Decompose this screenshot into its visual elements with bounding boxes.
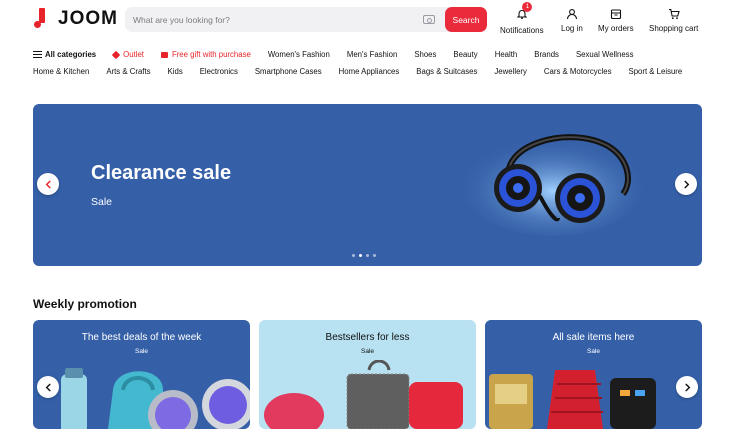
category-link[interactable]: Arts & Crafts bbox=[106, 67, 150, 76]
category-link[interactable]: Men's Fashion bbox=[347, 50, 397, 59]
search-input[interactable] bbox=[125, 7, 423, 32]
category-link[interactable]: Home Appliances bbox=[339, 67, 400, 76]
category-nav-row-2: Home & Kitchen Arts & Crafts Kids Electr… bbox=[33, 67, 699, 76]
category-link[interactable]: Beauty bbox=[453, 50, 477, 59]
all-categories-label: All categories bbox=[45, 50, 97, 59]
category-link[interactable]: Shoes bbox=[414, 50, 436, 59]
carousel-dot[interactable] bbox=[373, 254, 376, 257]
shopping-cart-button[interactable]: Shopping cart bbox=[649, 8, 698, 33]
my-orders-button[interactable]: My orders bbox=[598, 8, 634, 33]
login-label: Log in bbox=[561, 24, 583, 33]
logo[interactable]: JOOM bbox=[34, 8, 118, 30]
weekly-promotion-heading: Weekly promotion bbox=[33, 297, 137, 311]
login-button[interactable]: Log in bbox=[561, 8, 583, 33]
all-categories-link[interactable]: All categories bbox=[33, 50, 96, 59]
promo-products-image bbox=[61, 368, 250, 429]
carousel-dot[interactable] bbox=[366, 254, 369, 257]
category-link[interactable]: Bags & Suitcases bbox=[416, 67, 477, 76]
category-link[interactable]: Jewellery bbox=[494, 67, 527, 76]
joom-logo-icon bbox=[34, 8, 48, 30]
chevron-left-icon bbox=[45, 180, 51, 188]
promo-card-best-deals[interactable]: The best deals of the week Sale bbox=[33, 320, 250, 429]
chevron-right-icon bbox=[683, 180, 689, 188]
hero-subtitle: Sale bbox=[91, 196, 113, 208]
headphones-image bbox=[463, 134, 643, 236]
notifications-badge: 1 bbox=[522, 2, 533, 12]
promo-products-image bbox=[264, 360, 463, 429]
promo-card-sale-items[interactable]: All sale items here Sale bbox=[485, 320, 702, 429]
carousel-dot[interactable] bbox=[352, 254, 355, 257]
cart-icon bbox=[668, 8, 680, 20]
promo-card-subtitle: Sale bbox=[360, 348, 374, 355]
category-nav-row-1: All categories Outlet Free gift with pur… bbox=[33, 50, 650, 59]
category-link[interactable]: Electronics bbox=[200, 67, 238, 76]
gift-icon bbox=[160, 51, 168, 58]
category-link[interactable]: Sport & Leisure bbox=[629, 67, 683, 76]
chevron-right-icon bbox=[684, 383, 690, 391]
carousel-dot-active[interactable] bbox=[359, 254, 362, 257]
hero-next-button[interactable] bbox=[675, 173, 697, 195]
menu-icon bbox=[33, 51, 42, 58]
promo-card-bestsellers[interactable]: Bestsellers for less Sale bbox=[259, 320, 476, 429]
category-link[interactable]: Women's Fashion bbox=[268, 50, 330, 59]
hero-banner[interactable]: Clearance sale Sale bbox=[33, 104, 702, 266]
my-orders-label: My orders bbox=[598, 24, 634, 33]
logo-text: JOOM bbox=[58, 8, 118, 29]
search-button[interactable]: Search bbox=[445, 7, 487, 32]
category-link[interactable]: Kids bbox=[168, 67, 183, 76]
promo-card-title: All sale items here bbox=[552, 332, 635, 343]
free-gift-link[interactable]: Free gift with purchase bbox=[160, 50, 251, 59]
category-link[interactable]: Brands bbox=[534, 50, 559, 59]
category-link[interactable]: Health bbox=[495, 50, 518, 59]
promo-card-title: Bestsellers for less bbox=[325, 332, 410, 343]
user-icon bbox=[566, 9, 577, 20]
category-link[interactable]: Smartphone Cases bbox=[255, 67, 322, 76]
shopping-cart-label: Shopping cart bbox=[649, 24, 699, 33]
promo-next-button[interactable] bbox=[676, 376, 698, 398]
hero-title: Clearance sale bbox=[91, 162, 232, 184]
promo-card-subtitle: Sale bbox=[586, 348, 600, 355]
notifications-label: Notifications bbox=[500, 26, 544, 35]
category-link[interactable]: Cars & Motorcycles bbox=[544, 67, 612, 76]
promo-products-image bbox=[489, 370, 656, 429]
search-bar: Search bbox=[125, 7, 487, 32]
category-link[interactable]: Sexual Wellness bbox=[576, 50, 634, 59]
carousel-indicator bbox=[352, 254, 376, 257]
category-link[interactable]: Home & Kitchen bbox=[33, 67, 89, 76]
outlet-link[interactable]: Outlet bbox=[111, 50, 144, 59]
promo-card-subtitle: Sale bbox=[134, 348, 148, 355]
outlet-label: Outlet bbox=[123, 50, 144, 59]
free-gift-label: Free gift with purchase bbox=[171, 50, 251, 59]
notifications-button[interactable]: 1 Notifications bbox=[500, 2, 544, 35]
promo-prev-button[interactable] bbox=[37, 376, 59, 398]
chevron-left-icon bbox=[45, 383, 51, 391]
box-icon bbox=[610, 9, 621, 20]
camera-icon[interactable] bbox=[423, 15, 435, 24]
hero-prev-button[interactable] bbox=[37, 173, 59, 195]
promo-card-title: The best deals of the week bbox=[81, 332, 202, 343]
tag-icon bbox=[111, 50, 121, 59]
